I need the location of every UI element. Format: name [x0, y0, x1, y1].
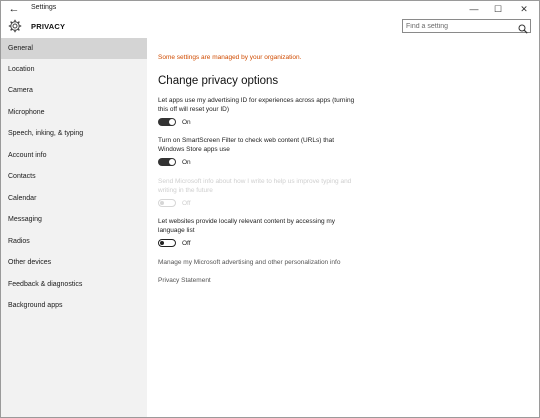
smartscreen-description: Turn on SmartScreen Filter to check web … — [158, 137, 335, 153]
search-icon[interactable] — [518, 21, 528, 34]
typing-info-description: Send Microsoft info about how I write to… — [158, 178, 352, 194]
page-header: PRIVACY — [1, 17, 539, 37]
language-list-state: Off — [182, 240, 191, 247]
language-list-toggle[interactable] — [158, 239, 176, 247]
sidebar-item-other-devices[interactable]: Other devices — [1, 252, 147, 273]
sidebar-item-microphone[interactable]: Microphone — [1, 102, 147, 123]
search-input[interactable] — [406, 20, 514, 32]
advertising-id-description: Let apps use my advertising ID for exper… — [158, 97, 355, 113]
sidebar-item-radios[interactable]: Radios — [1, 231, 147, 252]
smartscreen-toggle[interactable] — [158, 158, 176, 166]
settings-window: ← Settings — ☐ ✕ PRIVACY Find a setting … — [0, 0, 540, 418]
maximize-button[interactable]: ☐ — [487, 1, 509, 17]
sidebar-item-feedback[interactable]: Feedback & diagnostics — [1, 274, 147, 295]
gear-icon — [8, 19, 22, 33]
minimize-button[interactable]: — — [463, 1, 485, 17]
sidebar-item-speech[interactable]: Speech, inking, & typing — [1, 123, 147, 144]
privacy-statement-link[interactable]: Privacy Statement — [158, 277, 211, 284]
window-title: Settings — [31, 4, 57, 11]
advertising-info-link[interactable]: Manage my Microsoft advertising and othe… — [158, 259, 340, 266]
toggle-knob — [169, 159, 175, 165]
toggle-knob — [169, 119, 175, 125]
page-title: PRIVACY — [31, 22, 66, 31]
toggle-knob — [160, 201, 164, 205]
org-managed-message: Some settings are managed by your organi… — [158, 54, 302, 61]
advertising-id-toggle[interactable] — [158, 118, 176, 126]
sidebar-item-account-info[interactable]: Account info — [1, 145, 147, 166]
main-content: Some settings are managed by your organi… — [147, 38, 539, 417]
typing-info-toggle — [158, 199, 176, 207]
smartscreen-state: On — [182, 159, 191, 166]
close-button[interactable]: ✕ — [513, 1, 535, 17]
back-arrow-icon[interactable]: ← — [7, 2, 21, 16]
sidebar: General Location Camera Microphone Speec… — [1, 38, 147, 417]
sidebar-item-general[interactable]: General — [1, 38, 147, 59]
sidebar-item-contacts[interactable]: Contacts — [1, 166, 147, 187]
advertising-id-state: On — [182, 119, 191, 126]
sidebar-item-location[interactable]: Location — [1, 59, 147, 80]
sidebar-item-background-apps[interactable]: Background apps — [1, 295, 147, 316]
language-list-description: Let websites provide locally relevant co… — [158, 218, 336, 234]
title-bar: ← Settings — ☐ ✕ — [1, 1, 539, 17]
sidebar-item-camera[interactable]: Camera — [1, 80, 147, 101]
section-heading: Change privacy options — [158, 75, 279, 87]
search-box[interactable] — [402, 19, 531, 34]
toggle-knob — [160, 241, 164, 245]
typing-info-state: Off — [182, 200, 191, 207]
sidebar-item-calendar[interactable]: Calendar — [1, 188, 147, 209]
sidebar-item-messaging[interactable]: Messaging — [1, 209, 147, 230]
